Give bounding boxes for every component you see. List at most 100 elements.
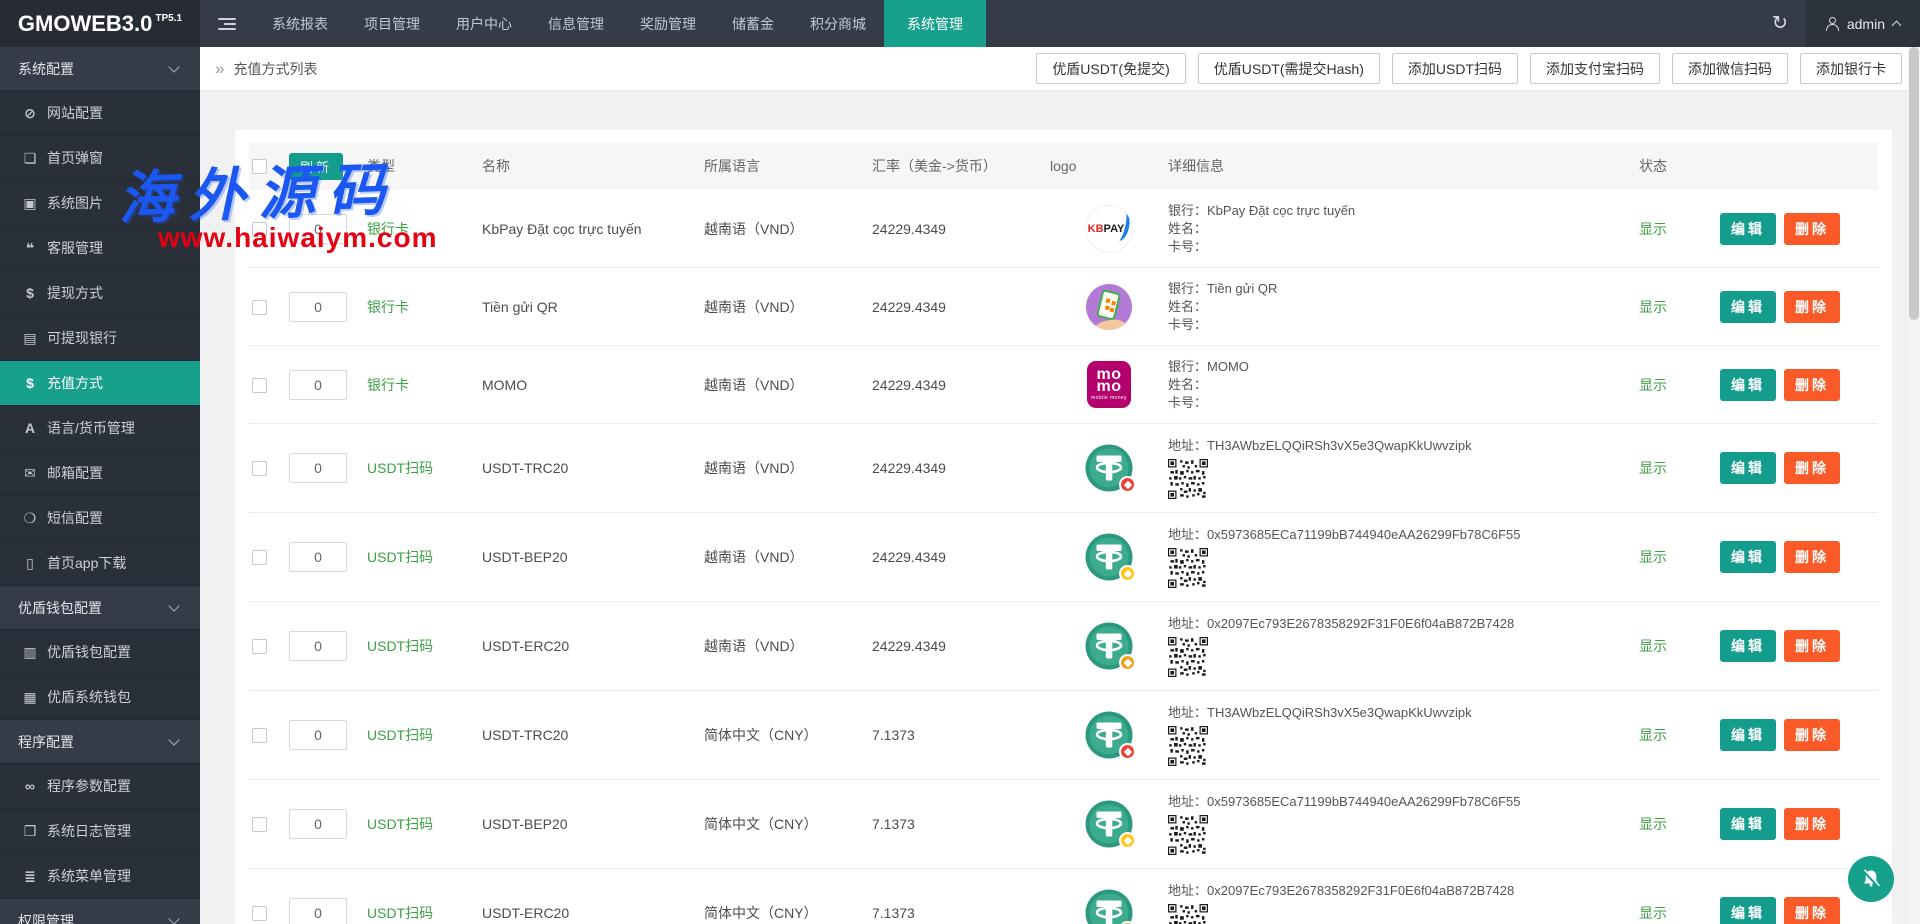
- scrollbar-thumb[interactable]: [1909, 47, 1919, 320]
- row-checkbox[interactable]: [252, 639, 267, 655]
- sidebar-item-短信配置[interactable]: ❍ 短信配置: [0, 496, 200, 541]
- chevron-down-icon: [168, 60, 180, 73]
- sort-weight-input[interactable]: [289, 542, 347, 572]
- status-toggle[interactable]: 显示: [1639, 299, 1667, 315]
- tether-logo: [1085, 800, 1136, 849]
- topnav-item-8[interactable]: 系统管理: [884, 0, 986, 47]
- sidebar-item-首页弹窗[interactable]: ❏ 首页弹窗: [0, 136, 200, 181]
- row-checkbox[interactable]: [252, 299, 267, 315]
- row-checkbox[interactable]: [252, 550, 267, 566]
- sidebar-item-提现方式[interactable]: $ 提现方式: [0, 271, 200, 316]
- column-status: 状态: [1639, 158, 1667, 174]
- status-toggle[interactable]: 显示: [1639, 816, 1667, 832]
- table-row: USDT扫码 USDT-ERC20 简体中文（CNY） 7.1373 地址：0x…: [249, 869, 1878, 924]
- dollar-icon: $: [26, 285, 34, 301]
- topnav-item-2[interactable]: 项目管理: [346, 0, 438, 47]
- delete-button[interactable]: 删除: [1784, 897, 1840, 924]
- delete-button[interactable]: 删除: [1784, 212, 1840, 245]
- delete-button[interactable]: 删除: [1784, 541, 1840, 573]
- sidebar-item-邮箱配置[interactable]: ✉ 邮箱配置: [0, 451, 200, 496]
- edit-button[interactable]: 编辑: [1720, 452, 1776, 484]
- topnav-item-1[interactable]: 系统报表: [254, 0, 346, 47]
- edit-button[interactable]: 编辑: [1720, 808, 1776, 840]
- topnav-item-3[interactable]: 用户中心: [438, 0, 530, 47]
- status-toggle[interactable]: 显示: [1639, 460, 1667, 476]
- status-toggle[interactable]: 显示: [1639, 638, 1667, 654]
- network-badge-icon: [1119, 476, 1136, 493]
- row-checkbox[interactable]: [252, 221, 267, 237]
- delete-button[interactable]: 删除: [1784, 368, 1840, 401]
- topnav-item-4[interactable]: 信息管理: [530, 0, 622, 47]
- status-toggle[interactable]: 显示: [1639, 377, 1667, 393]
- sidebar-item-系统图片[interactable]: ▣ 系统图片: [0, 181, 200, 226]
- hamburger-menu-icon[interactable]: [200, 0, 254, 47]
- sidebar-section-wallet-config[interactable]: 优盾钱包配置: [0, 586, 200, 630]
- action-button-2[interactable]: 优盾USDT(需提交Hash): [1197, 53, 1380, 84]
- edit-button[interactable]: 编辑: [1720, 368, 1776, 401]
- action-button-6[interactable]: 添加银行卡: [1800, 53, 1902, 84]
- sidebar-item-优盾钱包配置[interactable]: ▥ 优盾钱包配置: [0, 630, 200, 675]
- notification-mute-button[interactable]: [1848, 856, 1894, 902]
- delete-button[interactable]: 删除: [1784, 290, 1840, 323]
- sidebar-item-客服管理[interactable]: ❝ 客服管理: [0, 226, 200, 271]
- sort-weight-input[interactable]: [289, 213, 347, 244]
- sort-weight-input[interactable]: [289, 453, 347, 483]
- row-rate: 7.1373: [872, 816, 915, 832]
- sidebar-item-可提现银行[interactable]: ▤ 可提现银行: [0, 316, 200, 361]
- edit-button[interactable]: 编辑: [1720, 541, 1776, 573]
- topnav-item-7[interactable]: 积分商城: [792, 0, 884, 47]
- row-checkbox[interactable]: [252, 817, 267, 833]
- topnav-item-5[interactable]: 奖励管理: [622, 0, 714, 47]
- row-checkbox[interactable]: [252, 377, 267, 393]
- action-button-4[interactable]: 添加支付宝扫码: [1530, 53, 1660, 84]
- row-checkbox[interactable]: [252, 728, 267, 744]
- select-all-checkbox[interactable]: [252, 159, 267, 175]
- detail-line: 姓名：: [1168, 376, 1208, 392]
- row-checkbox[interactable]: [252, 461, 267, 477]
- sort-weight-input[interactable]: [289, 720, 347, 750]
- status-toggle[interactable]: 显示: [1639, 549, 1667, 565]
- sidebar-section-program-config[interactable]: 程序配置: [0, 720, 200, 764]
- action-button-5[interactable]: 添加微信扫码: [1672, 53, 1788, 84]
- sidebar-section-system-config[interactable]: 系统配置: [0, 47, 200, 91]
- status-toggle[interactable]: 显示: [1639, 221, 1667, 237]
- wallet-icon: ▦: [23, 688, 37, 705]
- sidebar-section-permission[interactable]: 权限管理: [0, 899, 200, 924]
- sidebar-item-程序参数配置[interactable]: ∞ 程序参数配置: [0, 764, 200, 809]
- sort-weight-input[interactable]: [289, 898, 347, 924]
- delete-button[interactable]: 删除: [1784, 630, 1840, 662]
- action-button-1[interactable]: 优盾USDT(免提交): [1036, 53, 1186, 84]
- sort-weight-input[interactable]: [289, 369, 347, 400]
- edit-button[interactable]: 编辑: [1720, 290, 1776, 323]
- sort-weight-input[interactable]: [289, 291, 347, 322]
- sort-weight-input[interactable]: [289, 631, 347, 661]
- status-toggle[interactable]: 显示: [1639, 905, 1667, 921]
- action-button-3[interactable]: 添加USDT扫码: [1391, 53, 1518, 84]
- admin-menu[interactable]: admin: [1804, 0, 1920, 47]
- sidebar-item-首页app下载[interactable]: ▯ 首页app下载: [0, 541, 200, 586]
- sidebar-item-系统日志管理[interactable]: ❒ 系统日志管理: [0, 809, 200, 854]
- row-details: 地址：TH3AWbzELQQiRSh3vX5e3QwapKkUwvzipk: [1168, 704, 1614, 766]
- sidebar-item-语言/货币管理[interactable]: A 语言/货币管理: [0, 406, 200, 451]
- edit-button[interactable]: 编辑: [1720, 719, 1776, 751]
- edit-button[interactable]: 编辑: [1720, 630, 1776, 662]
- refresh-icon[interactable]: ↻: [1755, 0, 1805, 47]
- sidebar-item-系统菜单管理[interactable]: ≣ 系统菜单管理: [0, 854, 200, 899]
- delete-button[interactable]: 删除: [1784, 808, 1840, 840]
- topnav-item-6[interactable]: 储蓄金: [714, 0, 792, 47]
- row-logo: mo mo mobile money: [1050, 361, 1168, 408]
- edit-button[interactable]: 编辑: [1720, 212, 1776, 245]
- delete-button[interactable]: 删除: [1784, 719, 1840, 751]
- row-type: USDT扫码: [367, 549, 434, 565]
- row-type: USDT扫码: [367, 460, 434, 476]
- refresh-button[interactable]: 刷新: [289, 152, 344, 180]
- edit-button[interactable]: 编辑: [1720, 897, 1776, 924]
- row-checkbox[interactable]: [252, 906, 267, 922]
- sidebar-item-网站配置[interactable]: ⊘ 网站配置: [0, 91, 200, 136]
- delete-button[interactable]: 删除: [1784, 452, 1840, 484]
- sort-weight-input[interactable]: [289, 809, 347, 839]
- status-toggle[interactable]: 显示: [1639, 727, 1667, 743]
- sidebar-item-充值方式[interactable]: $ 充值方式: [0, 361, 200, 406]
- sidebar-item-优盾系统钱包[interactable]: ▦ 优盾系统钱包: [0, 675, 200, 720]
- row-logo: KB PAY: [1050, 205, 1168, 252]
